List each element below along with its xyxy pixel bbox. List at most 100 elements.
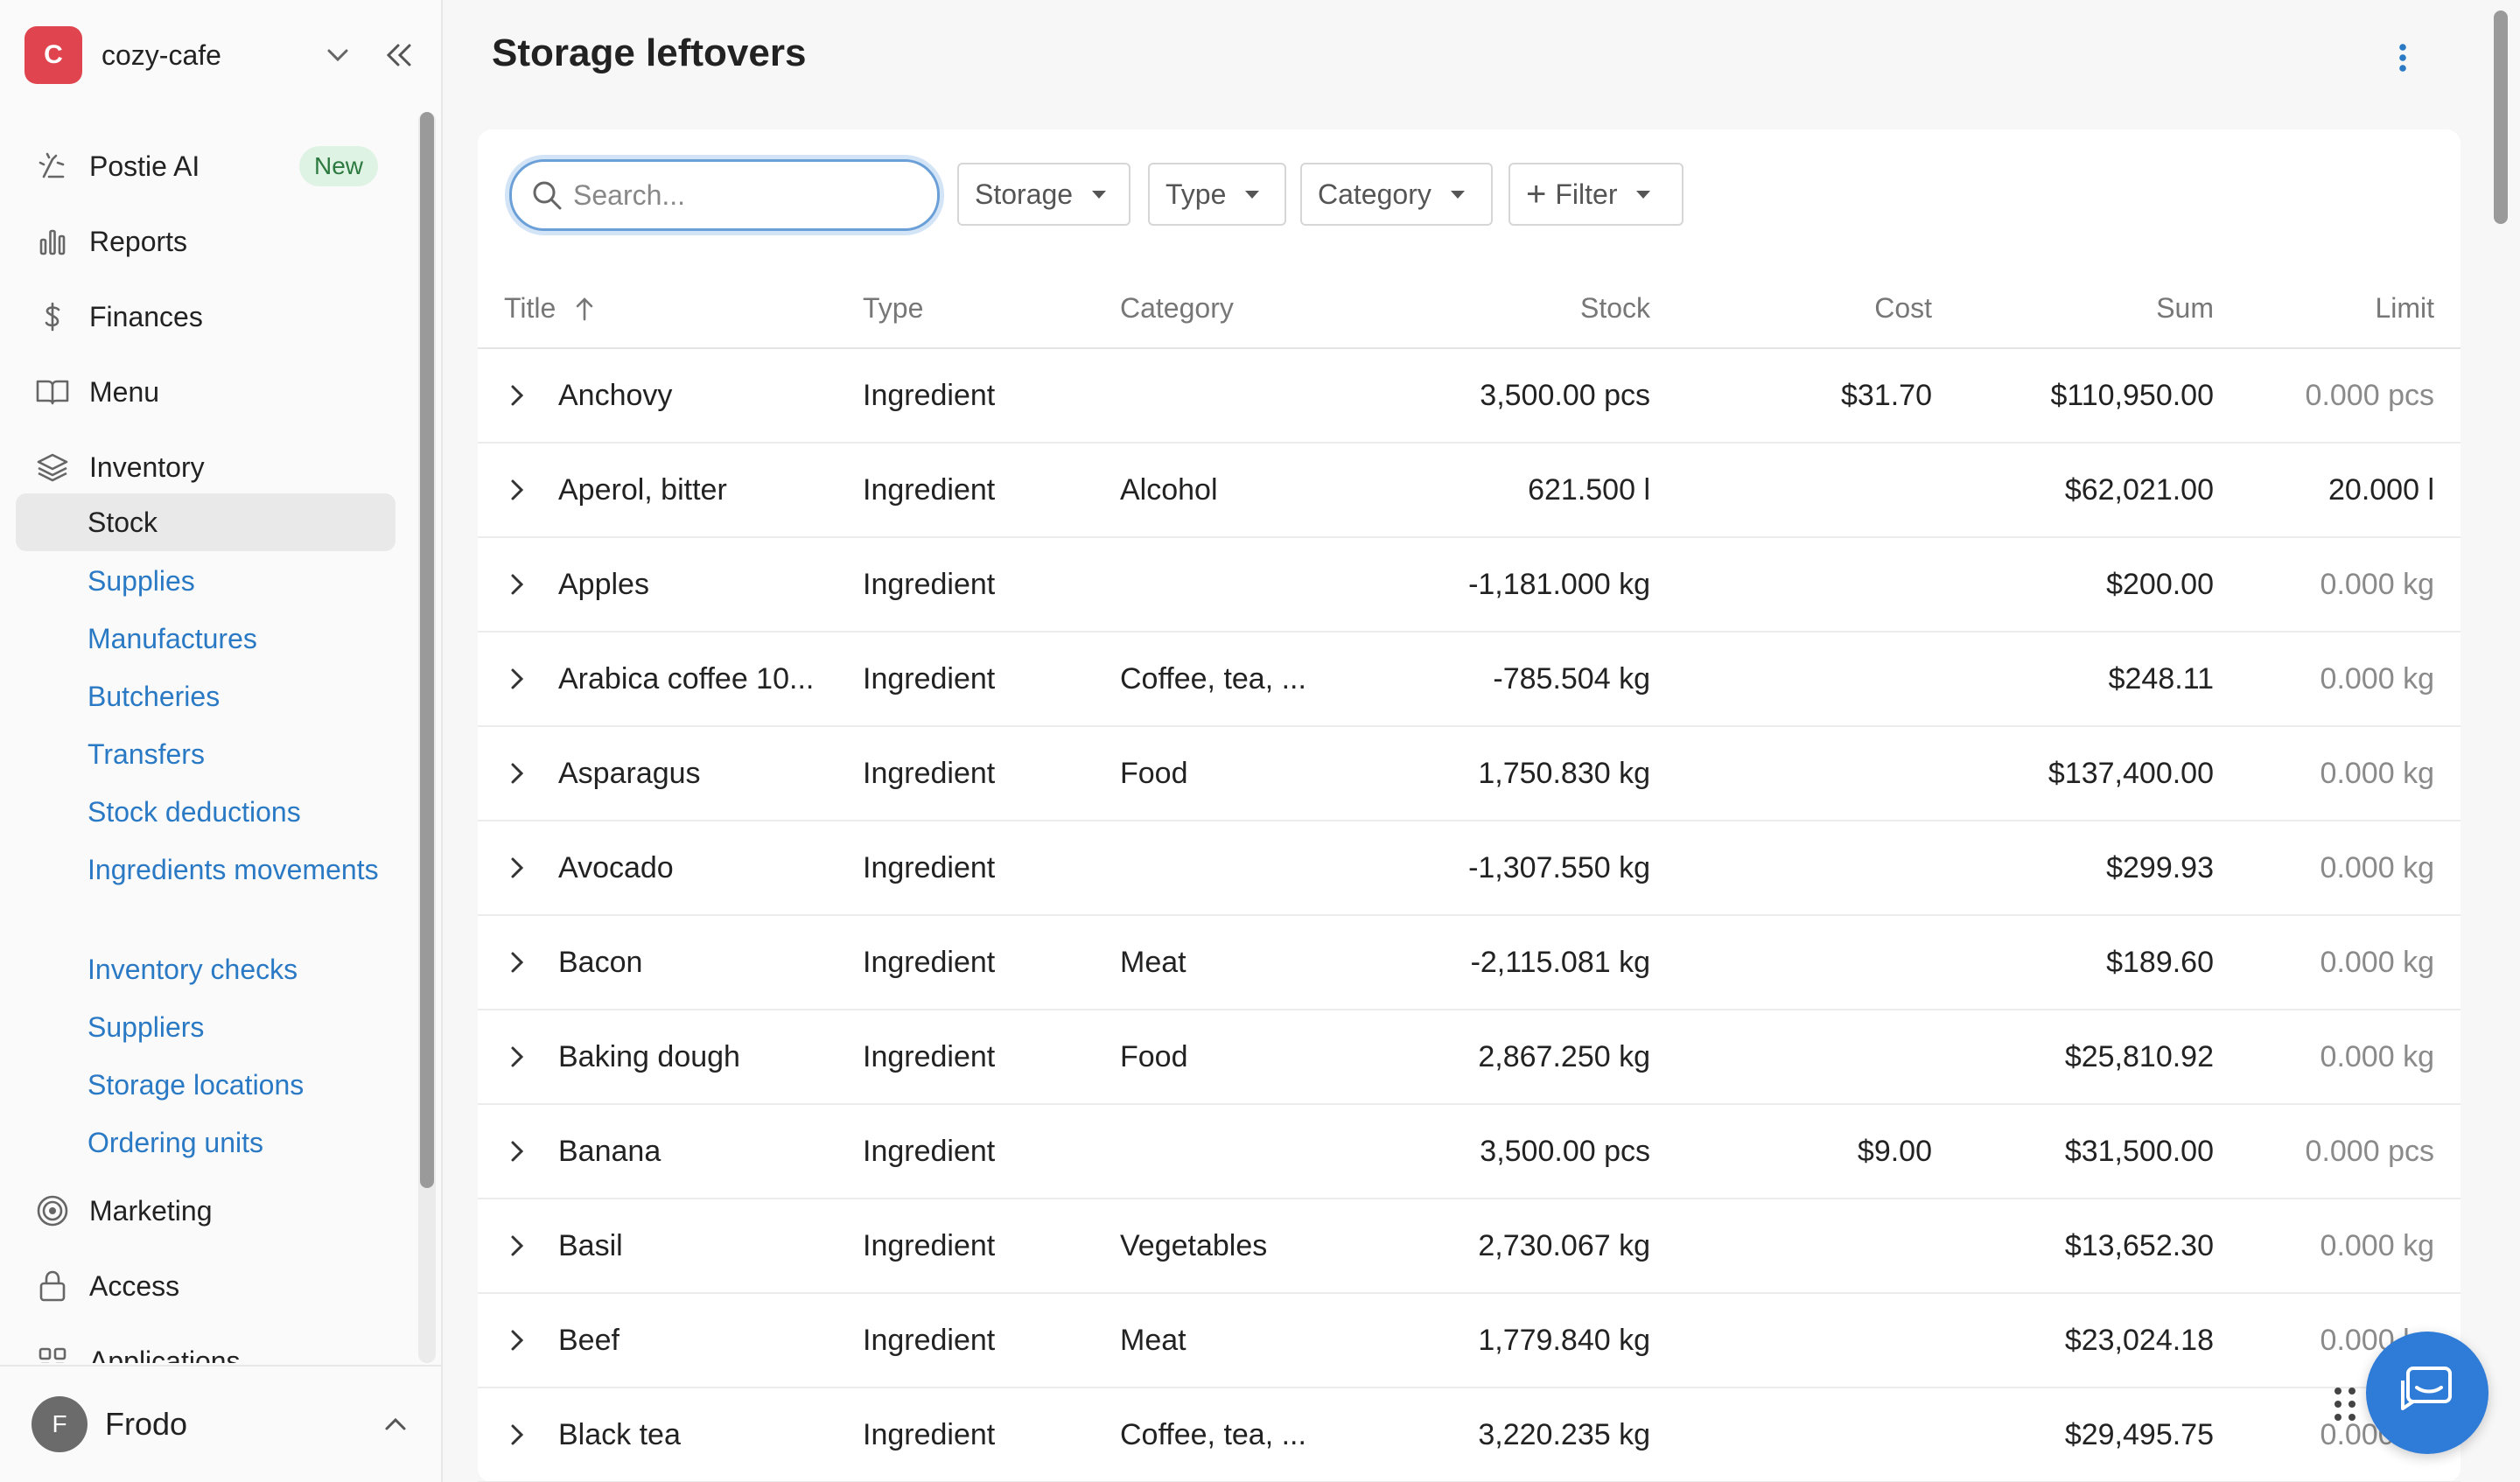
cell-category: Coffee, tea, ...	[1120, 1388, 1374, 1482]
nav-item-inventory[interactable]: Inventory	[33, 443, 383, 492]
cell-sum: $200.00	[1932, 537, 2214, 633]
cell-stock: 621.500 l	[1374, 443, 1650, 538]
page-scrollbar[interactable]	[2482, 0, 2520, 1482]
column-header-limit[interactable]: Limit	[2214, 269, 2460, 349]
chevron-right-icon[interactable]	[504, 1233, 530, 1259]
item-title: Avocado	[558, 850, 674, 884]
chevron-right-icon[interactable]	[504, 477, 530, 503]
cell-sum: $110,950.00	[1932, 348, 2214, 444]
sidebar-item-stock-deductions[interactable]: Stock deductions	[88, 791, 385, 833]
table-header-row: Title Type Category Stock Cost Sum Limit	[478, 269, 2460, 349]
table-row[interactable]: Basil Ingredient Vegetables 2,730.067 kg $13…	[478, 1199, 2460, 1294]
wand-icon	[33, 147, 72, 185]
book-icon	[33, 373, 72, 411]
cell-cost	[1650, 821, 1932, 916]
nav-item-applications[interactable]: Applications	[33, 1337, 383, 1363]
cell-type: Ingredient	[863, 443, 1120, 538]
dropdown-label: Type	[1166, 178, 1227, 210]
chat-icon	[2401, 1367, 2452, 1410]
sidebar-item-stock[interactable]: Stock	[16, 493, 396, 551]
cell-title: Asparagus	[478, 726, 863, 821]
add-filter-button[interactable]: + Filter	[1508, 163, 1684, 226]
drag-handle-icon[interactable]	[2328, 1382, 2362, 1426]
type-filter-dropdown[interactable]: Type	[1148, 163, 1286, 226]
page-scrollbar-thumb[interactable]	[2494, 10, 2508, 224]
sidebar-item-supplies[interactable]: Supplies	[88, 560, 385, 602]
table-row[interactable]: Black tea Ingredient Coffee, tea, ... 3,220…	[478, 1388, 2460, 1482]
table-row[interactable]: Baking dough Ingredient Food 2,867.250 kg $2…	[478, 1010, 2460, 1105]
sidebar-item-transfers[interactable]: Transfers	[88, 733, 385, 775]
chevron-right-icon[interactable]	[504, 1327, 530, 1353]
item-title: Aperol, bitter	[558, 472, 727, 507]
cell-limit: 0.000 kg	[2214, 537, 2460, 633]
lock-icon	[33, 1267, 72, 1305]
sidebar-item-butcheries[interactable]: Butcheries	[88, 675, 385, 717]
sidebar-item-ordering-units[interactable]: Ordering units	[88, 1122, 385, 1164]
collapse-sidebar-icon[interactable]	[380, 36, 418, 74]
cell-cost	[1650, 537, 1932, 633]
nav-item-access[interactable]: Access	[33, 1262, 383, 1311]
chevron-up-icon[interactable]	[376, 1405, 415, 1444]
chevron-right-icon[interactable]	[504, 666, 530, 692]
account-switcher[interactable]: C cozy-cafe	[24, 26, 418, 84]
column-header-stock[interactable]: Stock	[1374, 269, 1650, 349]
cell-stock: -1,181.000 kg	[1374, 537, 1650, 633]
item-title: Asparagus	[558, 756, 701, 790]
chevron-right-icon[interactable]	[504, 1138, 530, 1164]
sidebar-scrollbar[interactable]	[418, 112, 436, 1363]
table-row[interactable]: Avocado Ingredient -1,307.550 kg $299.93 0.0…	[478, 821, 2460, 916]
sidebar-item-storage-locations[interactable]: Storage locations	[88, 1064, 385, 1106]
table-row[interactable]: Beef Ingredient Meat 1,779.840 kg $23,024.18…	[478, 1293, 2460, 1388]
chevron-right-icon[interactable]	[504, 760, 530, 786]
table-row[interactable]: Asparagus Ingredient Food 1,750.830 kg $137,…	[478, 726, 2460, 821]
chevron-right-icon[interactable]	[504, 571, 530, 598]
user-menu[interactable]: F Frodo	[0, 1365, 441, 1482]
more-options-icon[interactable]	[2385, 38, 2420, 77]
cell-cost	[1650, 1293, 1932, 1388]
nav-item-label: Inventory	[89, 451, 205, 483]
leftovers-table: Title Type Category Stock Cost Sum Limit…	[478, 269, 2460, 1482]
cell-type: Ingredient	[863, 1388, 1120, 1482]
column-header-type[interactable]: Type	[863, 269, 1120, 349]
nav-item-marketing[interactable]: Marketing	[33, 1186, 383, 1235]
nav-item-postie-ai[interactable]: Postie AI New	[33, 142, 383, 191]
search-input[interactable]	[573, 178, 923, 212]
cell-category	[1120, 537, 1374, 633]
sidebar-scrollbar-thumb[interactable]	[420, 112, 434, 1188]
table-row[interactable]: Apples Ingredient -1,181.000 kg $200.00 0.00…	[478, 537, 2460, 633]
cell-category	[1120, 1104, 1374, 1199]
table-row[interactable]: Aperol, bitter Ingredient Alcohol 621.500 l…	[478, 443, 2460, 538]
sort-ascending-icon[interactable]	[570, 294, 599, 324]
category-filter-dropdown[interactable]: Category	[1300, 163, 1493, 226]
sidebar-item-suppliers[interactable]: Suppliers	[88, 1006, 385, 1048]
column-header-title[interactable]: Title	[478, 269, 863, 349]
nav-item-label: Menu	[89, 375, 160, 408]
chevron-right-icon[interactable]	[504, 1044, 530, 1070]
nav-item-finances[interactable]: Finances	[33, 292, 383, 341]
table-row[interactable]: Anchovy Ingredient 3,500.00 pcs $31.70 $110,…	[478, 348, 2460, 444]
column-header-cost[interactable]: Cost	[1650, 269, 1932, 349]
sidebar-item-inventory-checks[interactable]: Inventory checks	[88, 948, 385, 990]
caret-down-icon	[1636, 190, 1651, 199]
dollar-icon	[33, 297, 72, 336]
table-row[interactable]: Arabica coffee 10... Ingredient Coffee, te…	[478, 632, 2460, 727]
search-box[interactable]	[509, 159, 940, 231]
column-header-category[interactable]: Category	[1120, 269, 1374, 349]
chevron-right-icon[interactable]	[504, 855, 530, 881]
sidebar-item-ingredients-movements[interactable]: Ingredients movements	[88, 849, 385, 891]
table-row[interactable]: Banana Ingredient 3,500.00 pcs $9.00 $31,500…	[478, 1104, 2460, 1199]
plus-icon: +	[1526, 175, 1547, 213]
column-header-sum[interactable]: Sum	[1932, 269, 2214, 349]
chevron-down-icon[interactable]	[320, 38, 355, 73]
chevron-right-icon[interactable]	[504, 949, 530, 975]
chat-support-button[interactable]	[2366, 1332, 2488, 1454]
nav-item-reports[interactable]: Reports	[33, 217, 383, 266]
sidebar-item-manufactures[interactable]: Manufactures	[88, 618, 385, 660]
table-row[interactable]: Bacon Ingredient Meat -2,115.081 kg $189.60 0…	[478, 915, 2460, 1010]
chevron-right-icon[interactable]	[504, 382, 530, 409]
caret-down-icon	[1245, 190, 1260, 199]
nav-item-menu[interactable]: Menu	[33, 367, 383, 416]
cell-title: Beef	[478, 1293, 863, 1388]
chevron-right-icon[interactable]	[504, 1422, 530, 1448]
storage-filter-dropdown[interactable]: Storage	[957, 163, 1130, 226]
